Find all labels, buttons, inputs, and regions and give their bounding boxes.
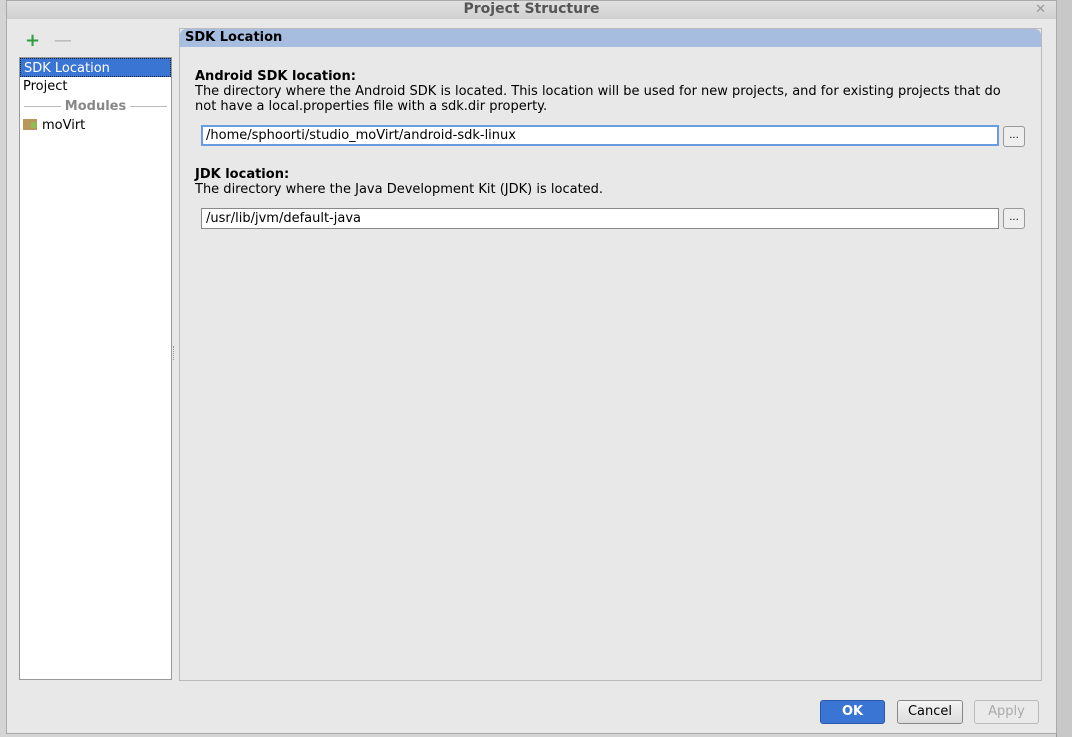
jdk-label: JDK location:: [195, 167, 290, 182]
android-sdk-input[interactable]: /home/sphoorti/studio_moVirt/android-sdk…: [201, 125, 999, 146]
module-folder-icon: [23, 119, 37, 130]
project-structure-dialog: Project Structure ✕ + — SDK Location Pro…: [6, 0, 1057, 734]
jdk-input[interactable]: /usr/lib/jvm/default-java: [201, 208, 999, 229]
sidebar: SDK Location Project Modules moVirt: [19, 57, 172, 680]
main-panel: SDK Location Android SDK location: The d…: [179, 28, 1042, 681]
apply-button[interactable]: Apply: [974, 700, 1039, 724]
modules-header: Modules: [64, 98, 127, 114]
panel-header: SDK Location: [180, 29, 1041, 47]
android-sdk-browse-button[interactable]: ...: [1003, 126, 1025, 147]
background-ide: [1056, 0, 1072, 737]
toolbar: + —: [25, 32, 72, 50]
ok-button[interactable]: OK: [820, 700, 885, 724]
sidebar-item-project[interactable]: Project: [20, 77, 171, 96]
splitter-handle[interactable]: [173, 346, 176, 360]
jdk-section: JDK location: The directory where the Ja…: [195, 167, 1005, 197]
jdk-browse-button[interactable]: ...: [1003, 208, 1025, 229]
title-bar: Project Structure ✕: [7, 1, 1056, 19]
close-icon[interactable]: ✕: [1035, 1, 1046, 18]
module-label: moVirt: [42, 118, 86, 133]
cancel-button[interactable]: Cancel: [897, 700, 963, 724]
sidebar-item-sdk-location[interactable]: SDK Location: [20, 58, 171, 77]
android-sdk-section: Android SDK location: The directory wher…: [195, 69, 1005, 114]
add-icon[interactable]: +: [25, 30, 40, 51]
modules-separator: Modules: [20, 96, 171, 116]
jdk-description: The directory where the Java Development…: [195, 182, 604, 197]
sidebar-item-movirt[interactable]: moVirt: [20, 116, 171, 135]
dialog-title: Project Structure: [463, 1, 600, 17]
android-sdk-label: Android SDK location:: [195, 69, 356, 84]
android-sdk-description: The directory where the Android SDK is l…: [195, 84, 1001, 114]
remove-icon[interactable]: —: [54, 30, 72, 51]
